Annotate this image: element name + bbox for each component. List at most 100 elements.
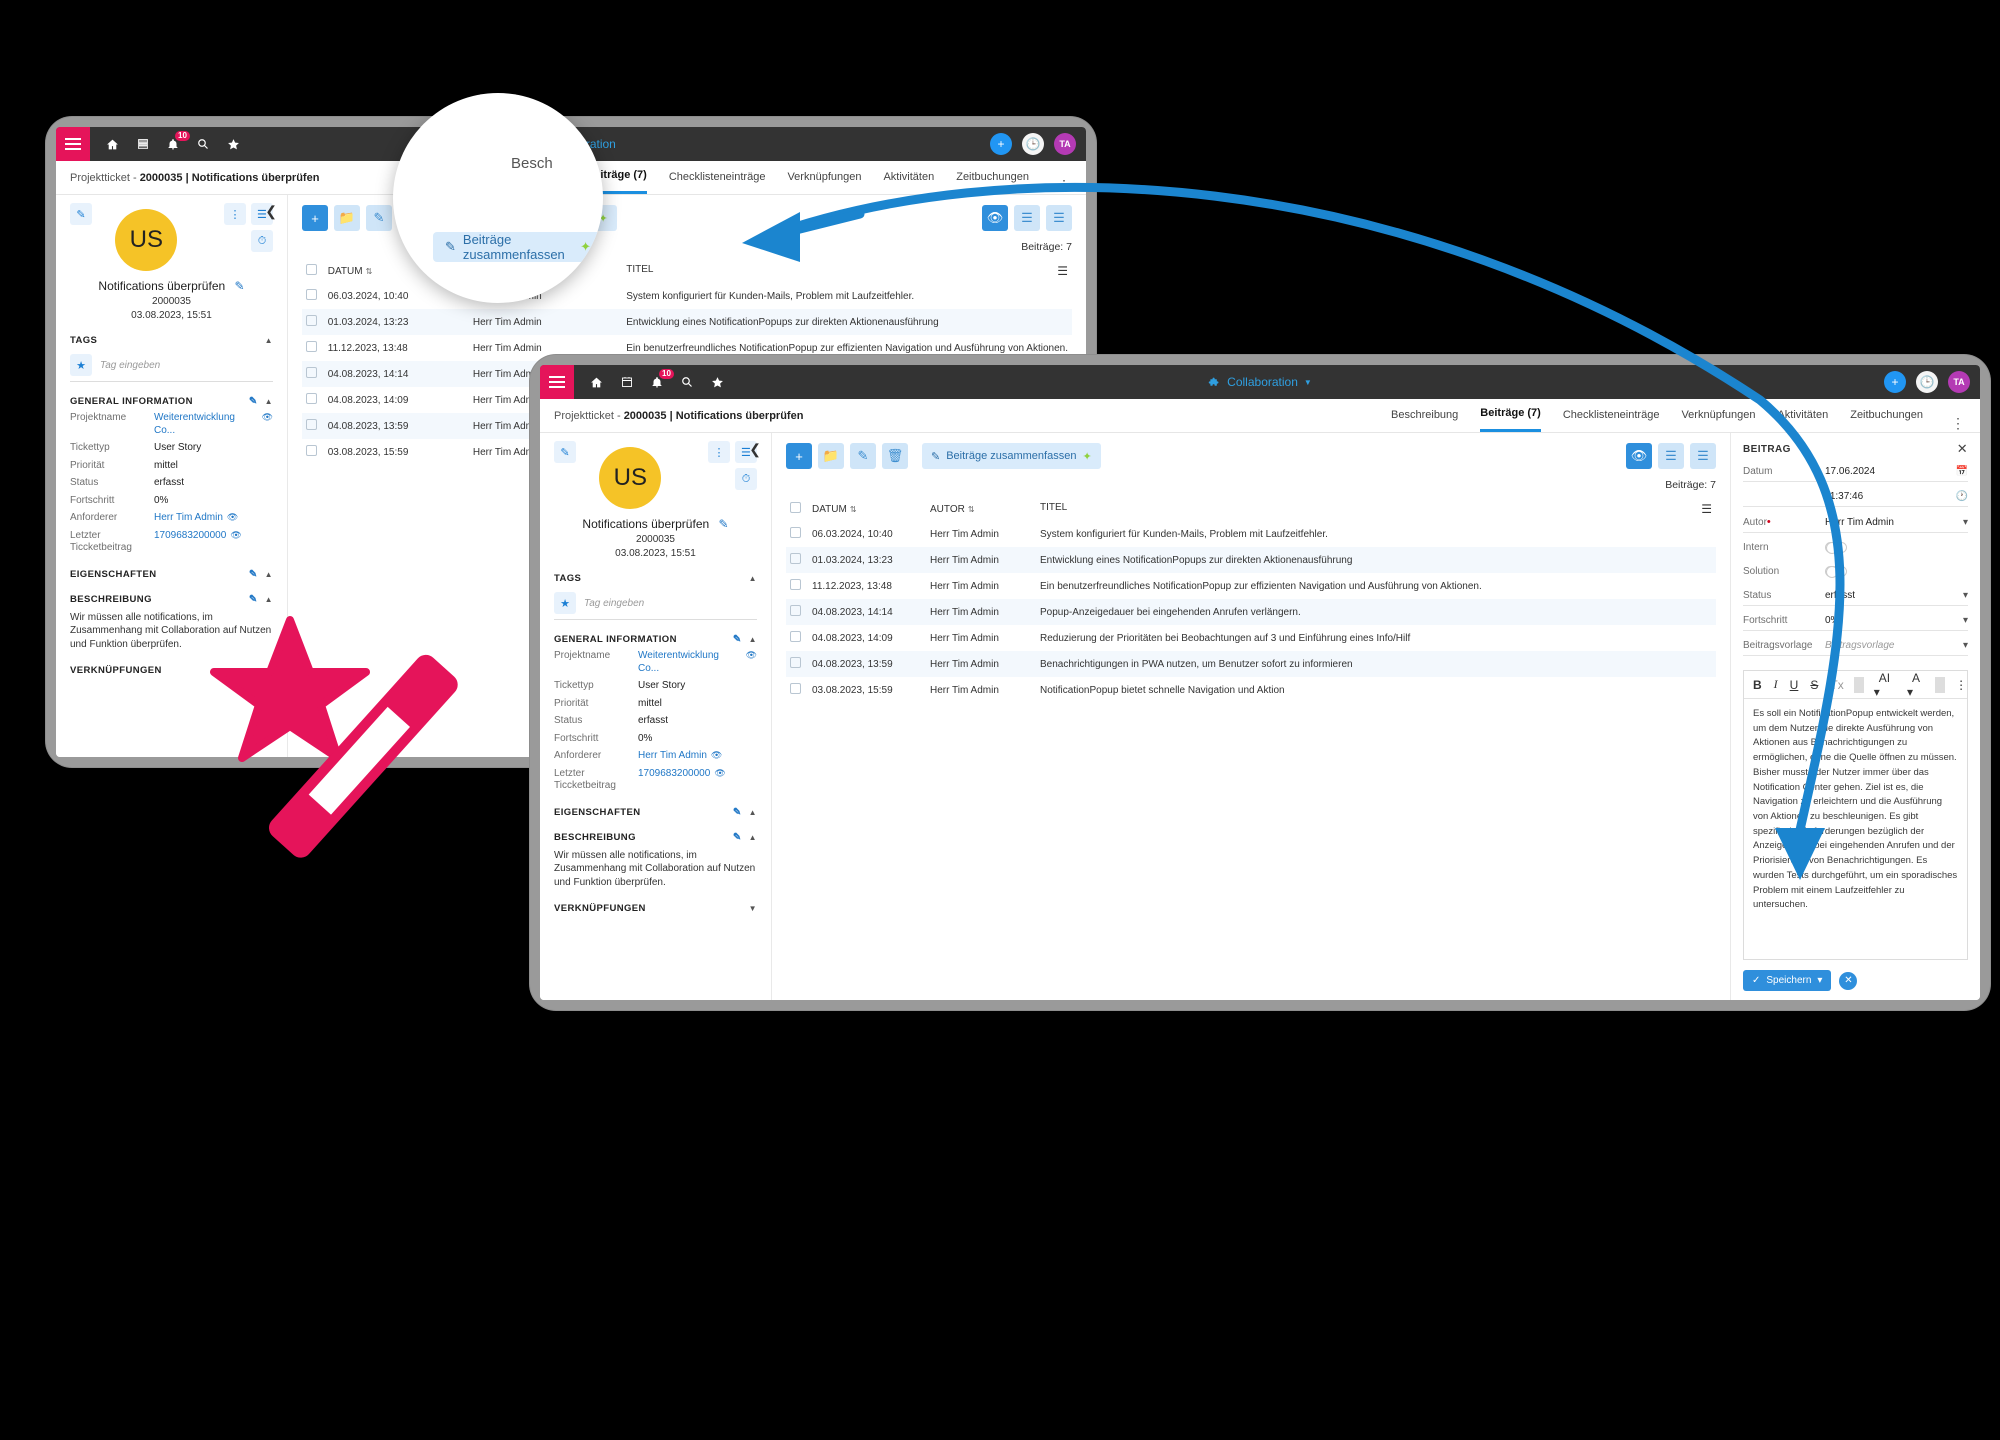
row-checkbox[interactable] — [790, 683, 801, 694]
search-icon[interactable] — [681, 376, 693, 388]
date-input[interactable]: 17.06.2024 — [1825, 466, 1956, 477]
add-button[interactable]: + — [990, 133, 1012, 155]
column-options-icon[interactable]: ☰ — [1057, 264, 1068, 278]
home-icon[interactable] — [590, 376, 603, 389]
tab-beschreibung[interactable]: Beschreibung — [1391, 399, 1458, 432]
tab-zeitbuchungen[interactable]: Zeitbuchungen — [956, 161, 1029, 194]
field-intern[interactable]: Intern — [1743, 542, 1968, 557]
tab-beitraege[interactable]: Beiträge (7) — [1480, 399, 1541, 432]
field-value[interactable]: 1709683200000 — [638, 768, 710, 793]
column-header-datum[interactable]: DATUM ⇅ — [808, 497, 926, 521]
table-row[interactable]: 04.08.2023, 13:59 Herr Tim Admin Benachric… — [786, 651, 1716, 677]
edit-beschreibung-icon[interactable]: ✎ — [249, 594, 258, 605]
tab-verknuepfungen[interactable]: Verknüpfungen — [1681, 399, 1755, 432]
row-checkbox[interactable] — [790, 605, 801, 616]
chevron-down-icon[interactable]: ▾ — [1963, 517, 1968, 528]
row-checkbox[interactable] — [790, 527, 801, 538]
status-select[interactable]: erfasst — [1825, 590, 1963, 601]
calendar-icon[interactable]: 📅 — [1956, 466, 1968, 477]
tag-input-row[interactable]: ★ Tag eingeben — [554, 592, 757, 620]
time-tracking-icon[interactable]: ⏱ — [734, 468, 757, 490]
edit-avatar-icon[interactable]: ✎ — [70, 203, 92, 225]
eye-icon[interactable]: 👁 — [1626, 443, 1652, 469]
hamburger-icon[interactable] — [540, 365, 574, 399]
filter-icon[interactable]: ☰ — [1014, 205, 1040, 231]
column-options-icon[interactable]: ☰ — [1701, 502, 1712, 516]
underline-icon[interactable]: U — [1785, 678, 1804, 692]
folder-icon[interactable]: 📁 — [818, 443, 844, 469]
table-row[interactable]: 04.08.2023, 14:09 Herr Tim Admin Reduzieru… — [786, 625, 1716, 651]
field-value[interactable]: 1709683200000 — [154, 530, 226, 555]
font-size-icon[interactable]: AI ▾ — [1869, 671, 1900, 699]
avatar[interactable]: TA — [1054, 133, 1076, 155]
autor-select[interactable]: Herr Tim Admin — [1825, 517, 1963, 528]
hamburger-icon[interactable] — [56, 127, 90, 161]
search-icon[interactable] — [197, 138, 209, 150]
add-beitrag-button[interactable]: + — [786, 443, 812, 469]
folder-icon[interactable]: 📁 — [334, 205, 360, 231]
calendar-icon[interactable] — [137, 138, 149, 150]
edit-eigenschaften-icon[interactable]: ✎ — [249, 569, 258, 580]
vorlage-select[interactable]: Beitragsvorlage — [1825, 640, 1963, 651]
filter-icon[interactable]: ☰ — [1658, 443, 1684, 469]
font-style-icon[interactable]: A ▾ — [1902, 671, 1930, 699]
table-row[interactable]: 04.08.2023, 14:14 Herr Tim Admin Popup-Anz… — [786, 599, 1716, 625]
add-beitrag-button[interactable]: + — [302, 205, 328, 231]
edit-title-icon[interactable]: ✎ — [235, 279, 245, 293]
field-datum[interactable]: Datum 17.06.2024 📅 — [1743, 466, 1968, 482]
eye-icon[interactable]: 👁 — [714, 768, 725, 793]
field-value[interactable]: Herr Tim Admin — [154, 512, 223, 525]
chevron-up-icon[interactable]: ▲ — [749, 635, 757, 644]
clock-icon[interactable]: 🕐 — [1956, 491, 1968, 502]
chevron-down-icon[interactable]: ▾ — [1817, 975, 1822, 986]
row-checkbox[interactable] — [306, 367, 317, 378]
row-checkbox[interactable] — [306, 419, 317, 430]
save-button[interactable]: ✓ Speichern ▾ — [1743, 970, 1832, 991]
tab-checklisteneintraege[interactable]: Checklisteneinträge — [1563, 399, 1660, 432]
history-icon[interactable]: 🕒 — [1022, 133, 1044, 155]
field-value[interactable]: Weiterentwicklung Co... — [638, 650, 742, 675]
time-input[interactable]: 11:37:46 — [1825, 491, 1956, 502]
chevron-up-icon[interactable]: ▲ — [749, 574, 757, 583]
edit-general-icon[interactable]: ✎ — [249, 396, 258, 407]
collapse-panel-icon[interactable]: ❮ — [265, 203, 277, 220]
history-icon[interactable]: 🕒 — [1916, 371, 1938, 393]
field-beitragsvorlage[interactable]: Beitragsvorlage Beitragsvorlage ▾ — [1743, 640, 1968, 656]
field-autor[interactable]: Autor• Herr Tim Admin ▾ — [1743, 516, 1968, 533]
chevron-up-icon[interactable]: ▲ — [265, 570, 273, 579]
chevron-down-icon[interactable]: ▾ — [1963, 615, 1968, 626]
tab-verknuepfungen[interactable]: Verknüpfungen — [787, 161, 861, 194]
row-checkbox[interactable] — [790, 631, 801, 642]
intern-toggle[interactable] — [1825, 542, 1847, 554]
list-icon[interactable]: ☰ — [1690, 443, 1716, 469]
table-row[interactable]: 11.12.2023, 13:48 Herr Tim Admin Ein benut… — [786, 573, 1716, 599]
magnifier-summarize-button[interactable]: ✎ Beiträge zusammenfassen ✦ — [433, 232, 603, 262]
chevron-down-icon[interactable]: ▼ — [1304, 378, 1312, 387]
fortschritt-select[interactable]: 0% — [1825, 615, 1963, 626]
front-app-label[interactable]: Collaboration ▼ — [1208, 375, 1312, 389]
eye-icon[interactable]: 👁 — [746, 650, 757, 675]
tab-checklisteneintraege[interactable]: Checklisteneinträge — [669, 161, 766, 194]
chevron-down-icon[interactable]: ▾ — [1963, 640, 1968, 651]
add-button[interactable]: + — [1884, 371, 1906, 393]
field-solution[interactable]: Solution — [1743, 566, 1968, 581]
column-header-titel[interactable]: TITEL ☰ — [622, 259, 1072, 283]
close-icon[interactable]: ✕ — [1957, 441, 1968, 457]
field-value[interactable]: Herr Tim Admin — [638, 750, 707, 763]
row-checkbox[interactable] — [306, 289, 317, 300]
editor-text[interactable]: Es soll ein NotificationPopup entwickelt… — [1744, 699, 1967, 921]
chevron-up-icon[interactable]: ▲ — [265, 397, 273, 406]
field-status[interactable]: Status erfasst ▾ — [1743, 590, 1968, 606]
rich-text-editor[interactable]: B I U S Tx AI ▾ A ▾ ⋮ Es soll ein Notifi… — [1743, 670, 1968, 960]
bell-icon[interactable]: 10 — [651, 368, 674, 389]
more-actions-icon[interactable]: ⋮ — [223, 203, 246, 225]
home-icon[interactable] — [106, 138, 119, 151]
star-icon[interactable] — [711, 376, 724, 389]
collapse-panel-icon[interactable]: ❮ — [749, 441, 761, 458]
cancel-button[interactable]: ✕ — [1839, 971, 1858, 990]
field-uhrzeit[interactable]: 11:37:46 🕐 — [1743, 491, 1968, 507]
eye-icon[interactable]: 👁 — [711, 750, 722, 763]
column-header-titel[interactable]: TITEL ☰ — [1036, 497, 1716, 521]
row-checkbox[interactable] — [306, 315, 317, 326]
chevron-up-icon[interactable]: ▲ — [265, 595, 273, 604]
